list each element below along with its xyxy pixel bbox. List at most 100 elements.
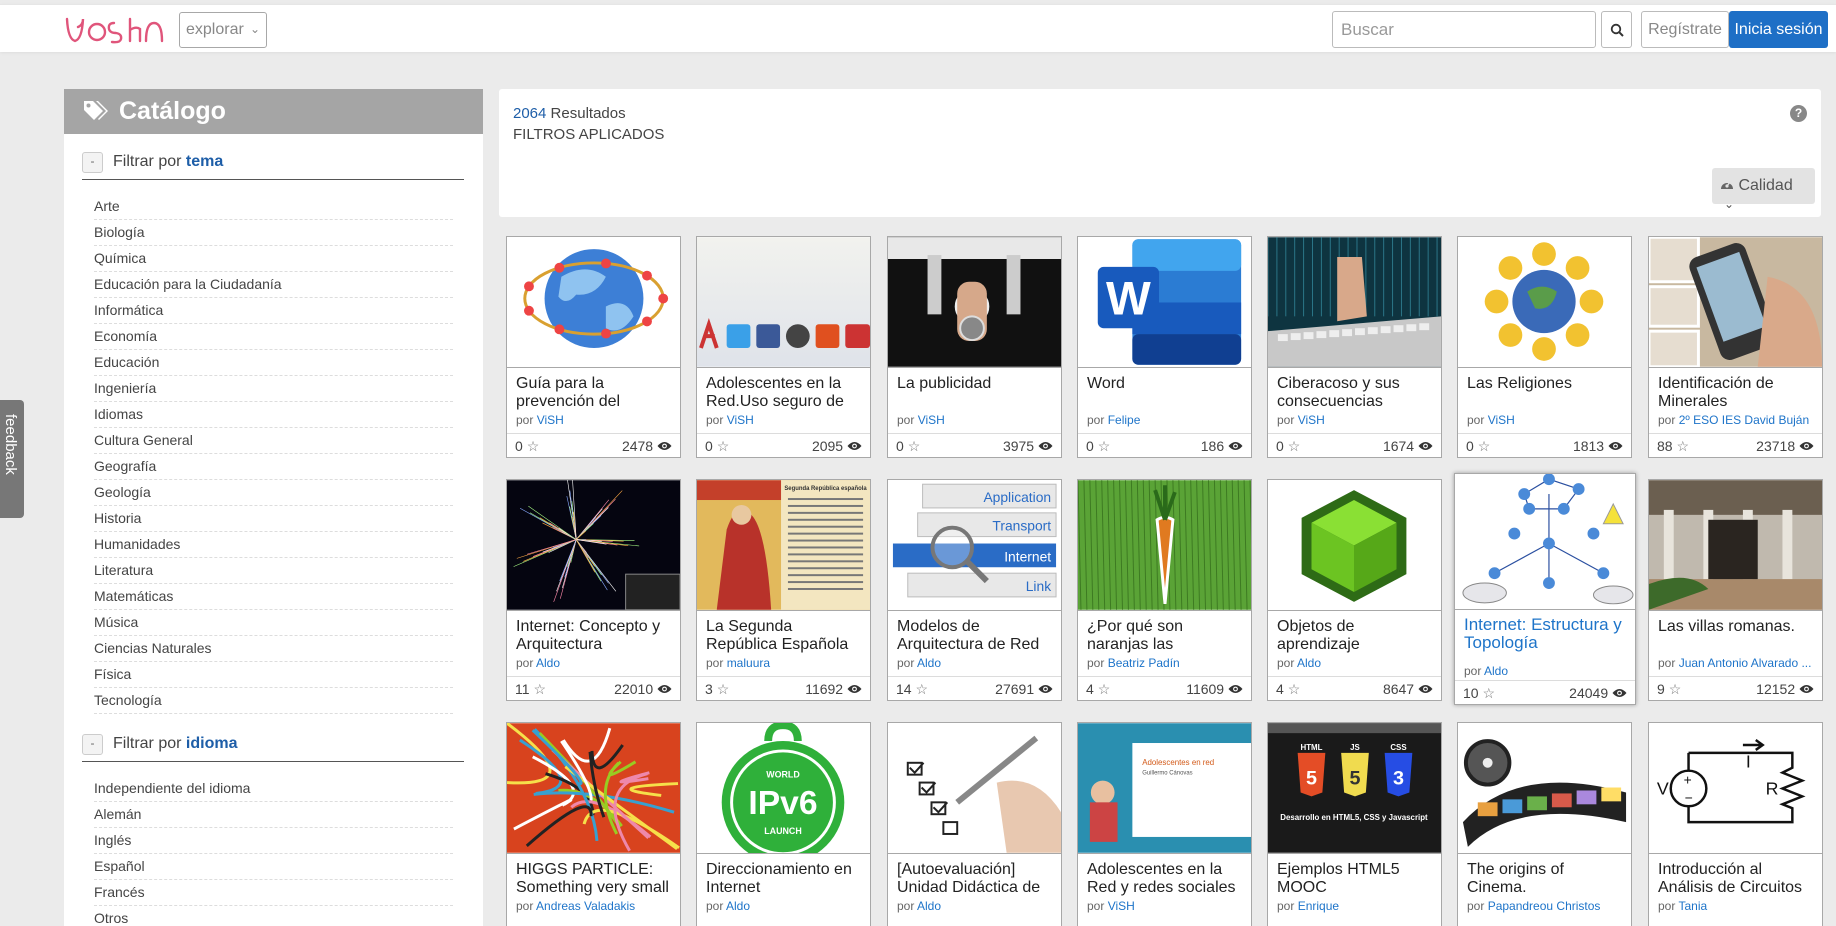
filter-option[interactable]: Inglés — [94, 828, 453, 854]
resource-thumbnail[interactable] — [1268, 480, 1441, 611]
resource-title[interactable]: Las Religiones — [1467, 375, 1627, 415]
filter-option[interactable]: Arte — [94, 194, 453, 220]
resource-title[interactable]: Las villas romanas. — [1658, 618, 1818, 658]
resource-card[interactable]: Internet: Estructura y Topología por Ald… — [1454, 473, 1636, 705]
resource-title[interactable]: [Autoevaluación] Unidad Didáctica de — [897, 861, 1057, 901]
resource-thumbnail[interactable] — [1649, 480, 1822, 611]
resource-card[interactable]: Adolescentes en red Guillermo Cánovas Ado… — [1077, 722, 1252, 926]
likes-count[interactable]: 0 ☆ — [1276, 438, 1300, 455]
resource-title[interactable]: Internet: Concepto y Arquitectura — [516, 618, 676, 658]
author-link[interactable]: ViSH — [537, 413, 564, 427]
resource-thumbnail[interactable] — [888, 237, 1061, 368]
register-button[interactable]: Regístrate — [1641, 11, 1729, 48]
author-link[interactable]: Aldo — [536, 656, 560, 670]
resource-card[interactable]: Segunda República española La Segunda Re… — [696, 479, 871, 701]
language-filter-toggle[interactable]: - — [82, 734, 103, 755]
resource-card[interactable]: Ciberacoso y sus consecuencias por ViSH … — [1267, 236, 1442, 458]
likes-count[interactable]: 0 ☆ — [1086, 438, 1110, 455]
resource-thumbnail[interactable] — [507, 480, 680, 611]
resource-thumbnail[interactable] — [507, 237, 680, 368]
help-icon[interactable]: ? — [1790, 105, 1807, 122]
filter-option[interactable]: Tecnología — [94, 688, 453, 714]
filter-option[interactable]: Cultura General — [94, 428, 453, 454]
filter-option[interactable]: Otros — [94, 906, 453, 926]
resource-title[interactable]: ¿Por qué son naranjas las — [1087, 618, 1247, 658]
author-link[interactable]: ViSH — [918, 413, 945, 427]
author-link[interactable]: maluura — [727, 656, 770, 670]
author-link[interactable]: Andreas Valadakis — [536, 899, 635, 913]
resource-title[interactable]: Word — [1087, 375, 1247, 415]
login-button[interactable]: Inicia sesión — [1729, 11, 1828, 48]
likes-count[interactable]: 0 ☆ — [1466, 438, 1490, 455]
resource-thumbnail[interactable] — [1458, 237, 1631, 368]
filter-option[interactable]: Independiente del idioma — [94, 776, 453, 802]
resource-thumbnail[interactable] — [1458, 723, 1631, 854]
resource-thumbnail[interactable] — [1268, 237, 1441, 368]
resource-thumbnail[interactable]: HTML 5 JS 5 CSS 3 Desarrollo en HTML5, CSS y J… — [1268, 723, 1441, 854]
author-link[interactable]: Enrique — [1298, 899, 1339, 913]
filter-option[interactable]: Educación — [94, 350, 453, 376]
resource-card[interactable]: HIGGS PARTICLE: Something very small por… — [506, 722, 681, 926]
filter-option[interactable]: Educación para la Ciudadanía — [94, 272, 453, 298]
filter-option[interactable]: Música — [94, 610, 453, 636]
resource-thumbnail[interactable] — [1078, 480, 1251, 611]
resource-card[interactable]: HTML 5 JS 5 CSS 3 Desarrollo en HTML5, CSS y J… — [1267, 722, 1442, 926]
resource-card[interactable]: Objetos de aprendizaje por Aldo 4 ☆ 8647 — [1267, 479, 1442, 701]
filter-option[interactable]: Informática — [94, 298, 453, 324]
author-link[interactable]: ViSH — [727, 413, 754, 427]
resource-thumbnail[interactable]: Segunda República española — [697, 480, 870, 611]
resource-title[interactable]: La Segunda República Española — [706, 618, 866, 658]
filter-option[interactable]: Alemán — [94, 802, 453, 828]
filter-option[interactable]: Física — [94, 662, 453, 688]
resource-thumbnail[interactable]: V I R + − — [1649, 723, 1822, 854]
resource-thumbnail[interactable] — [888, 723, 1061, 854]
filter-option[interactable]: Biología — [94, 220, 453, 246]
resource-thumbnail[interactable]: WORLD IPv6 LAUNCH — [697, 723, 870, 854]
filter-option[interactable]: Matemáticas — [94, 584, 453, 610]
filter-option[interactable]: Literatura — [94, 558, 453, 584]
resource-title[interactable]: Modelos de Arquitectura de Red — [897, 618, 1057, 658]
author-link[interactable]: Papandreou Christos — [1488, 899, 1601, 913]
resource-card[interactable]: Las Religiones por ViSH 0 ☆ 1813 — [1457, 236, 1632, 458]
resource-thumbnail[interactable] — [1455, 474, 1635, 610]
likes-count[interactable]: 9 ☆ — [1657, 681, 1681, 698]
author-link[interactable]: Beatriz Padín — [1108, 656, 1180, 670]
author-link[interactable]: Aldo — [1484, 664, 1508, 678]
author-link[interactable]: ViSH — [1488, 413, 1515, 427]
resource-title[interactable]: Adolescentes en la Red.Uso seguro de — [706, 375, 866, 415]
resource-card[interactable]: ¿Por qué son naranjas las por Beatriz Pa… — [1077, 479, 1252, 701]
resource-thumbnail[interactable]: Adolescentes en red Guillermo Cánovas — [1078, 723, 1251, 854]
filter-option[interactable]: Historia — [94, 506, 453, 532]
resource-title[interactable]: Identificación de Minerales — [1658, 375, 1818, 415]
resource-card[interactable]: WORLD IPv6 LAUNCH Direccionamiento en Inte… — [696, 722, 871, 926]
resource-card[interactable]: Identificación de Minerales por 2º ESO I… — [1648, 236, 1823, 458]
author-link[interactable]: Juan Antonio Alvarado ... — [1679, 656, 1812, 670]
filter-option[interactable]: Química — [94, 246, 453, 272]
author-link[interactable]: Aldo — [917, 899, 941, 913]
resource-title[interactable]: Guía para la prevención del — [516, 375, 676, 415]
filter-option[interactable]: Ingeniería — [94, 376, 453, 402]
filter-option[interactable]: Economía — [94, 324, 453, 350]
author-link[interactable]: Aldo — [917, 656, 941, 670]
filter-option[interactable]: Humanidades — [94, 532, 453, 558]
sort-quality-dropdown[interactable]: Calidad ⌄ — [1712, 168, 1815, 211]
resource-thumbnail[interactable]: W — [1078, 237, 1251, 368]
likes-count[interactable]: 0 ☆ — [705, 438, 729, 455]
resource-thumbnail[interactable] — [507, 723, 680, 854]
filter-option[interactable]: Español — [94, 854, 453, 880]
feedback-tab[interactable]: feedback — [0, 400, 24, 518]
resource-card[interactable]: Adolescentes en la Red.Uso seguro de por… — [696, 236, 871, 458]
likes-count[interactable]: 4 ☆ — [1276, 681, 1300, 698]
likes-count[interactable]: 10 ☆ — [1463, 685, 1495, 702]
resource-title[interactable]: Internet: Estructura y Topología — [1464, 616, 1634, 660]
likes-count[interactable]: 11 ☆ — [515, 681, 546, 698]
resource-card[interactable]: [Autoevaluación] Unidad Didáctica de por… — [887, 722, 1062, 926]
author-link[interactable]: ViSH — [1298, 413, 1325, 427]
resource-title[interactable]: Direccionamiento en Internet — [706, 861, 866, 901]
search-button[interactable] — [1601, 11, 1632, 48]
likes-count[interactable]: 0 ☆ — [515, 438, 539, 455]
filter-option[interactable]: Francés — [94, 880, 453, 906]
search-input[interactable]: Buscar — [1332, 11, 1596, 48]
topic-filter-toggle[interactable]: - — [82, 152, 103, 173]
resource-card[interactable]: Internet: Concepto y Arquitectura por Al… — [506, 479, 681, 701]
